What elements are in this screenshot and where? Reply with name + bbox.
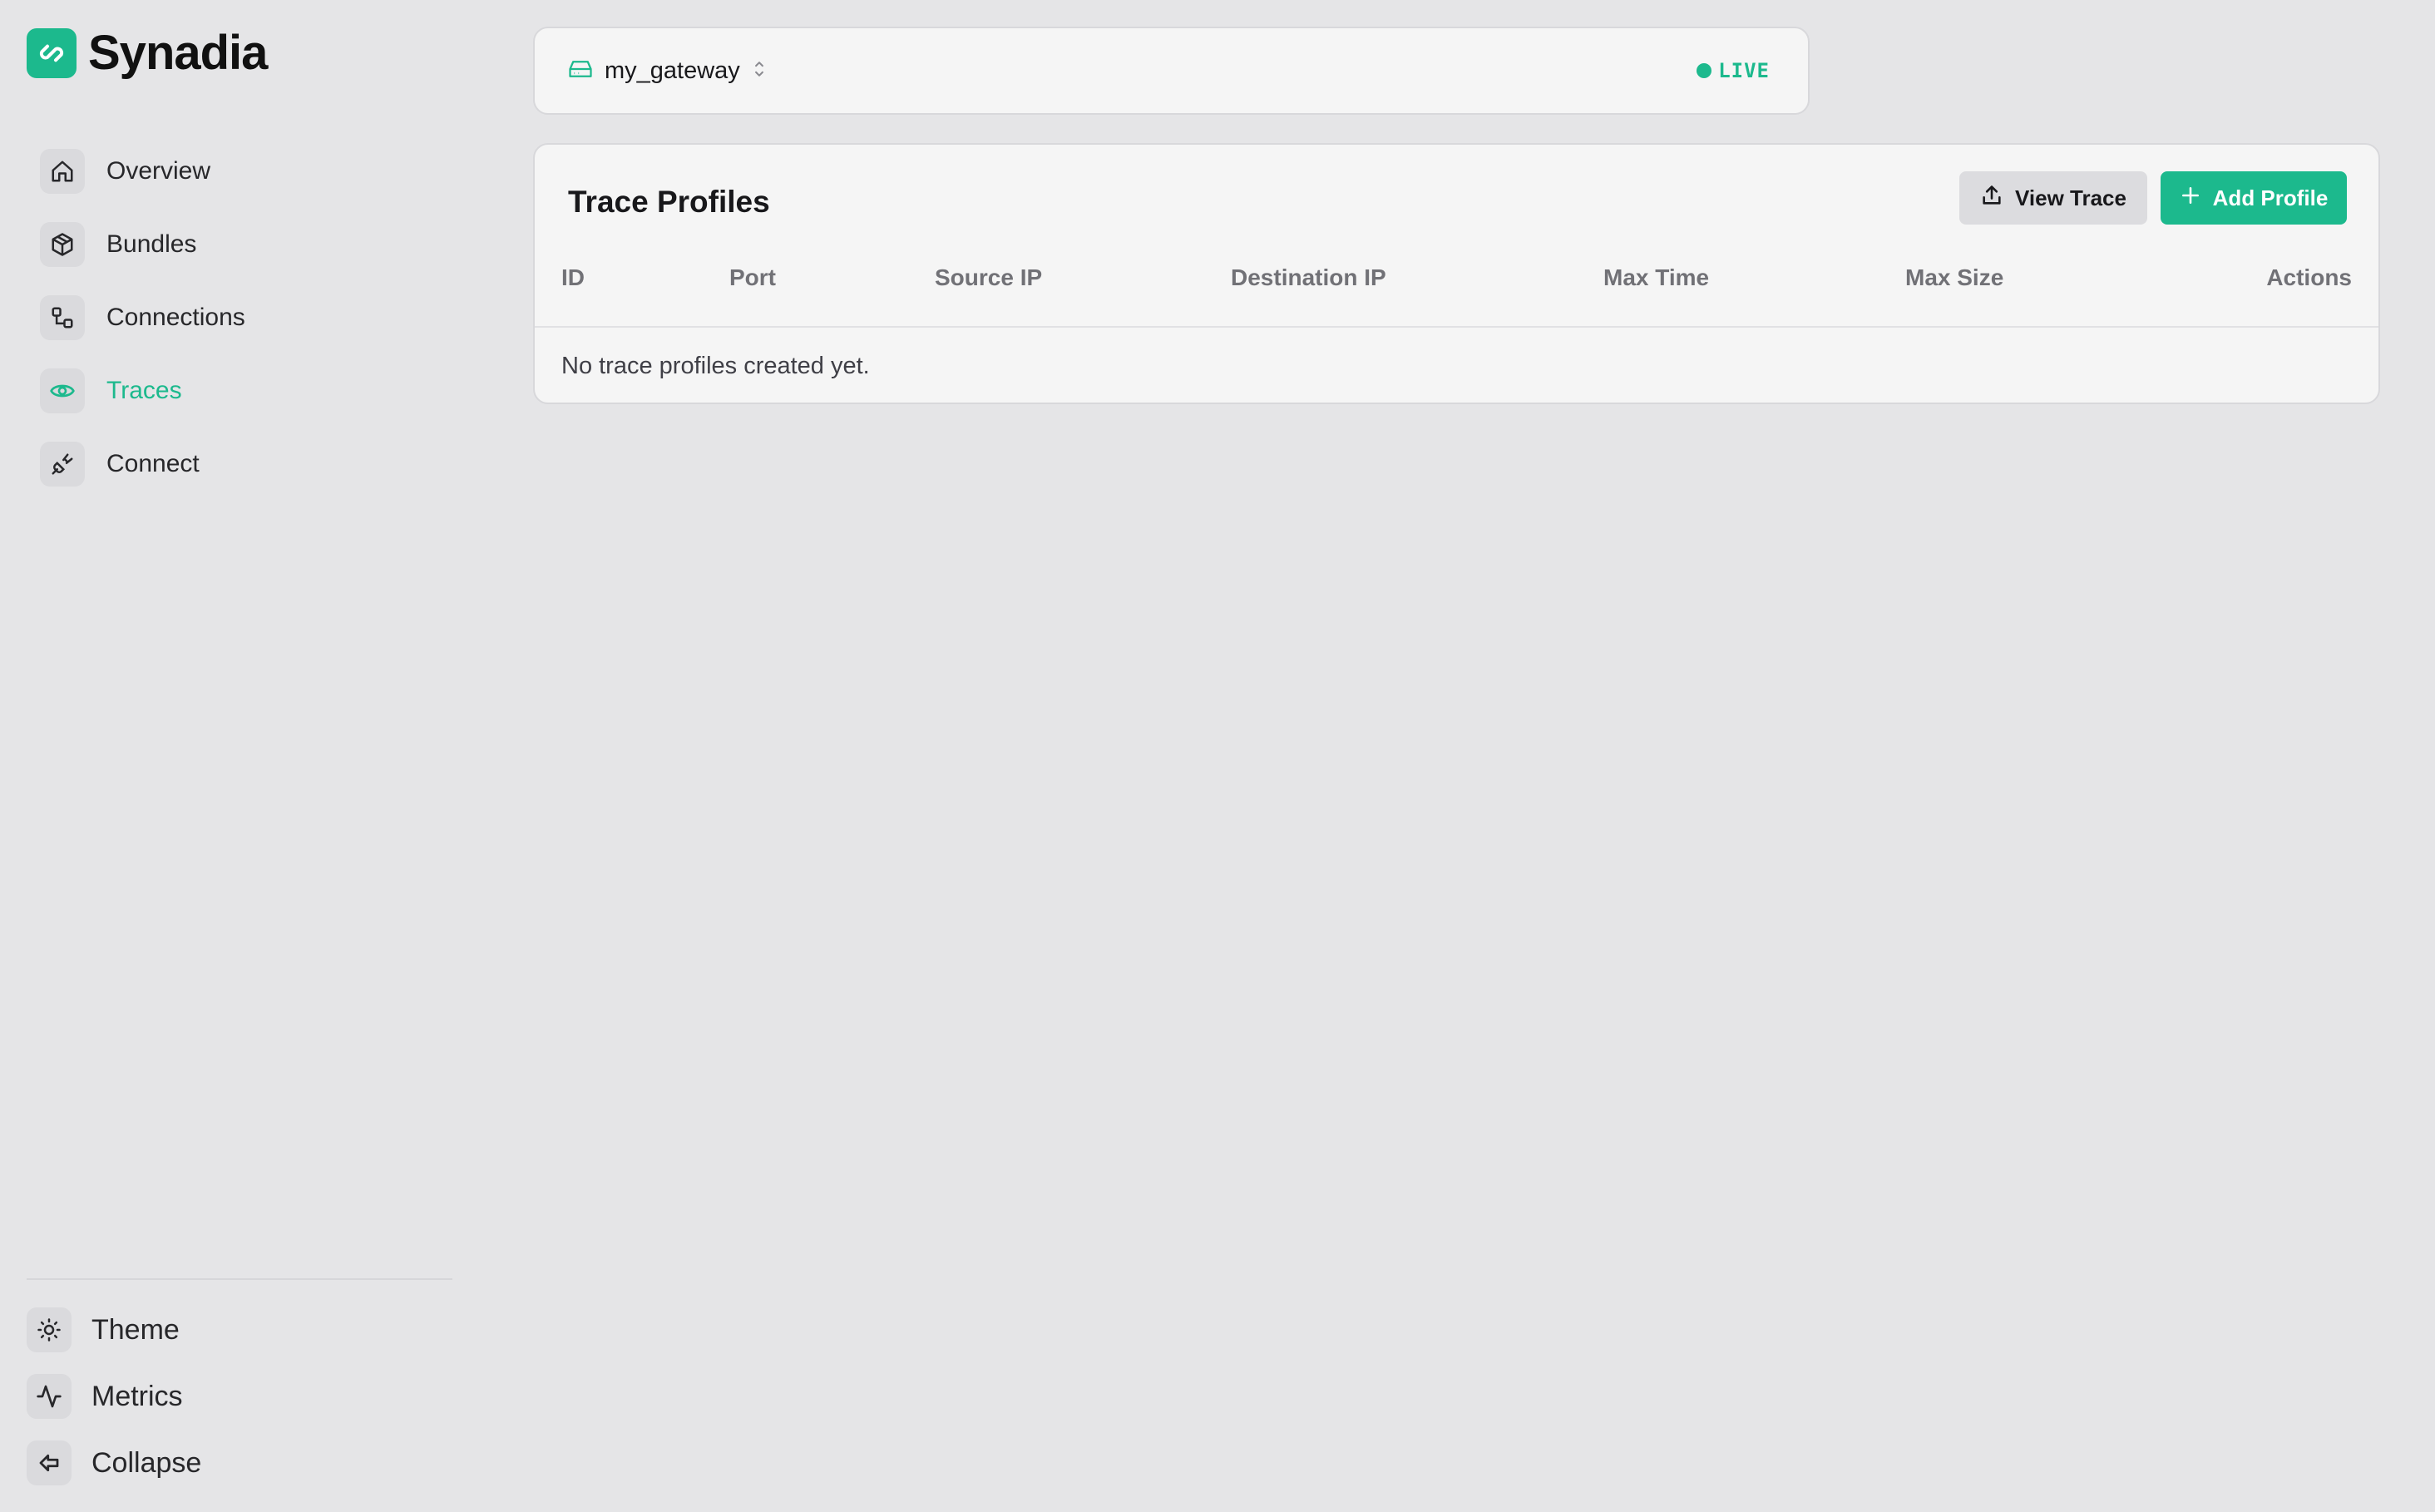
theme-label: Theme [91, 1313, 180, 1346]
sidebar-item-label: Bundles [106, 230, 197, 258]
plug-icon [40, 442, 85, 487]
metrics-label: Metrics [91, 1380, 183, 1412]
column-header-port[interactable]: Port [729, 251, 776, 304]
view-trace-label: View Trace [2015, 185, 2126, 210]
column-header-max-time[interactable]: Max Time [1603, 251, 1709, 304]
column-header-actions: Actions [2266, 264, 2352, 290]
column-header-destination-ip[interactable]: Destination IP [1231, 251, 1386, 304]
sidebar-item-label: Connect [106, 450, 200, 477]
column-header-source-ip[interactable]: Source IP [935, 251, 1042, 304]
sun-icon [27, 1307, 72, 1352]
theme-toggle[interactable]: Theme [27, 1307, 201, 1353]
synadia-logo-icon [27, 27, 77, 78]
gateway-bar: my_gateway LIVE [533, 27, 1810, 115]
collapse-label: Collapse [91, 1446, 202, 1479]
sidebar-item-overview[interactable]: Overview [40, 148, 245, 195]
sidebar-item-connect[interactable]: Connect [40, 441, 245, 487]
table-divider [535, 326, 2378, 328]
sidebar-item-label: Overview [106, 157, 211, 185]
chevrons-up-down-icon [752, 58, 767, 84]
view-trace-button[interactable]: View Trace [1959, 171, 2147, 225]
sidebar-utilities: Theme Metrics Collapse [27, 1307, 201, 1506]
gateway-selector[interactable]: my_gateway [568, 57, 767, 86]
plus-icon [2180, 185, 2201, 212]
sidebar-item-label: Traces [106, 377, 182, 404]
sidebar-divider [27, 1278, 452, 1280]
collapse-icon [27, 1440, 72, 1485]
column-header-max-size[interactable]: Max Size [1905, 251, 2003, 304]
column-header-id[interactable]: ID [561, 251, 585, 304]
sidebar-item-bundles[interactable]: Bundles [40, 221, 245, 268]
activity-icon [27, 1374, 72, 1419]
metrics-link[interactable]: Metrics [27, 1373, 201, 1420]
sidebar-nav: Overview Bundles Connections Traces Conn… [40, 148, 245, 514]
eye-icon [40, 368, 85, 413]
page-title: Trace Profiles [568, 185, 770, 219]
connections-icon [40, 295, 85, 340]
upload-icon [1980, 184, 2003, 213]
sidebar: Synadia Overview Bundles Connections Tra… [0, 0, 482, 1512]
box-icon [40, 222, 85, 267]
live-status-text: LIVE [1718, 59, 1770, 82]
live-status-dot [1697, 63, 1712, 78]
add-profile-button[interactable]: Add Profile [2161, 171, 2347, 225]
hard-drive-icon [568, 57, 593, 86]
sidebar-item-label: Connections [106, 304, 245, 331]
table-header: ID Port Source IP Destination IP Max Tim… [535, 251, 2378, 304]
collapse-button[interactable]: Collapse [27, 1440, 201, 1486]
empty-state-message: No trace profiles created yet. [561, 353, 870, 379]
brand-name: Synadia [88, 26, 268, 80]
sidebar-item-connections[interactable]: Connections [40, 294, 245, 341]
app-root: Synadia Overview Bundles Connections Tra… [0, 0, 2435, 1512]
home-icon [40, 149, 85, 194]
trace-profiles-card: Trace Profiles View Trace Add Profile ID… [533, 143, 2380, 404]
brand[interactable]: Synadia [27, 25, 268, 81]
live-status: LIVE [1697, 59, 1770, 82]
gateway-name: my_gateway [605, 57, 740, 84]
sidebar-item-traces[interactable]: Traces [40, 368, 245, 414]
add-profile-label: Add Profile [2212, 185, 2329, 210]
